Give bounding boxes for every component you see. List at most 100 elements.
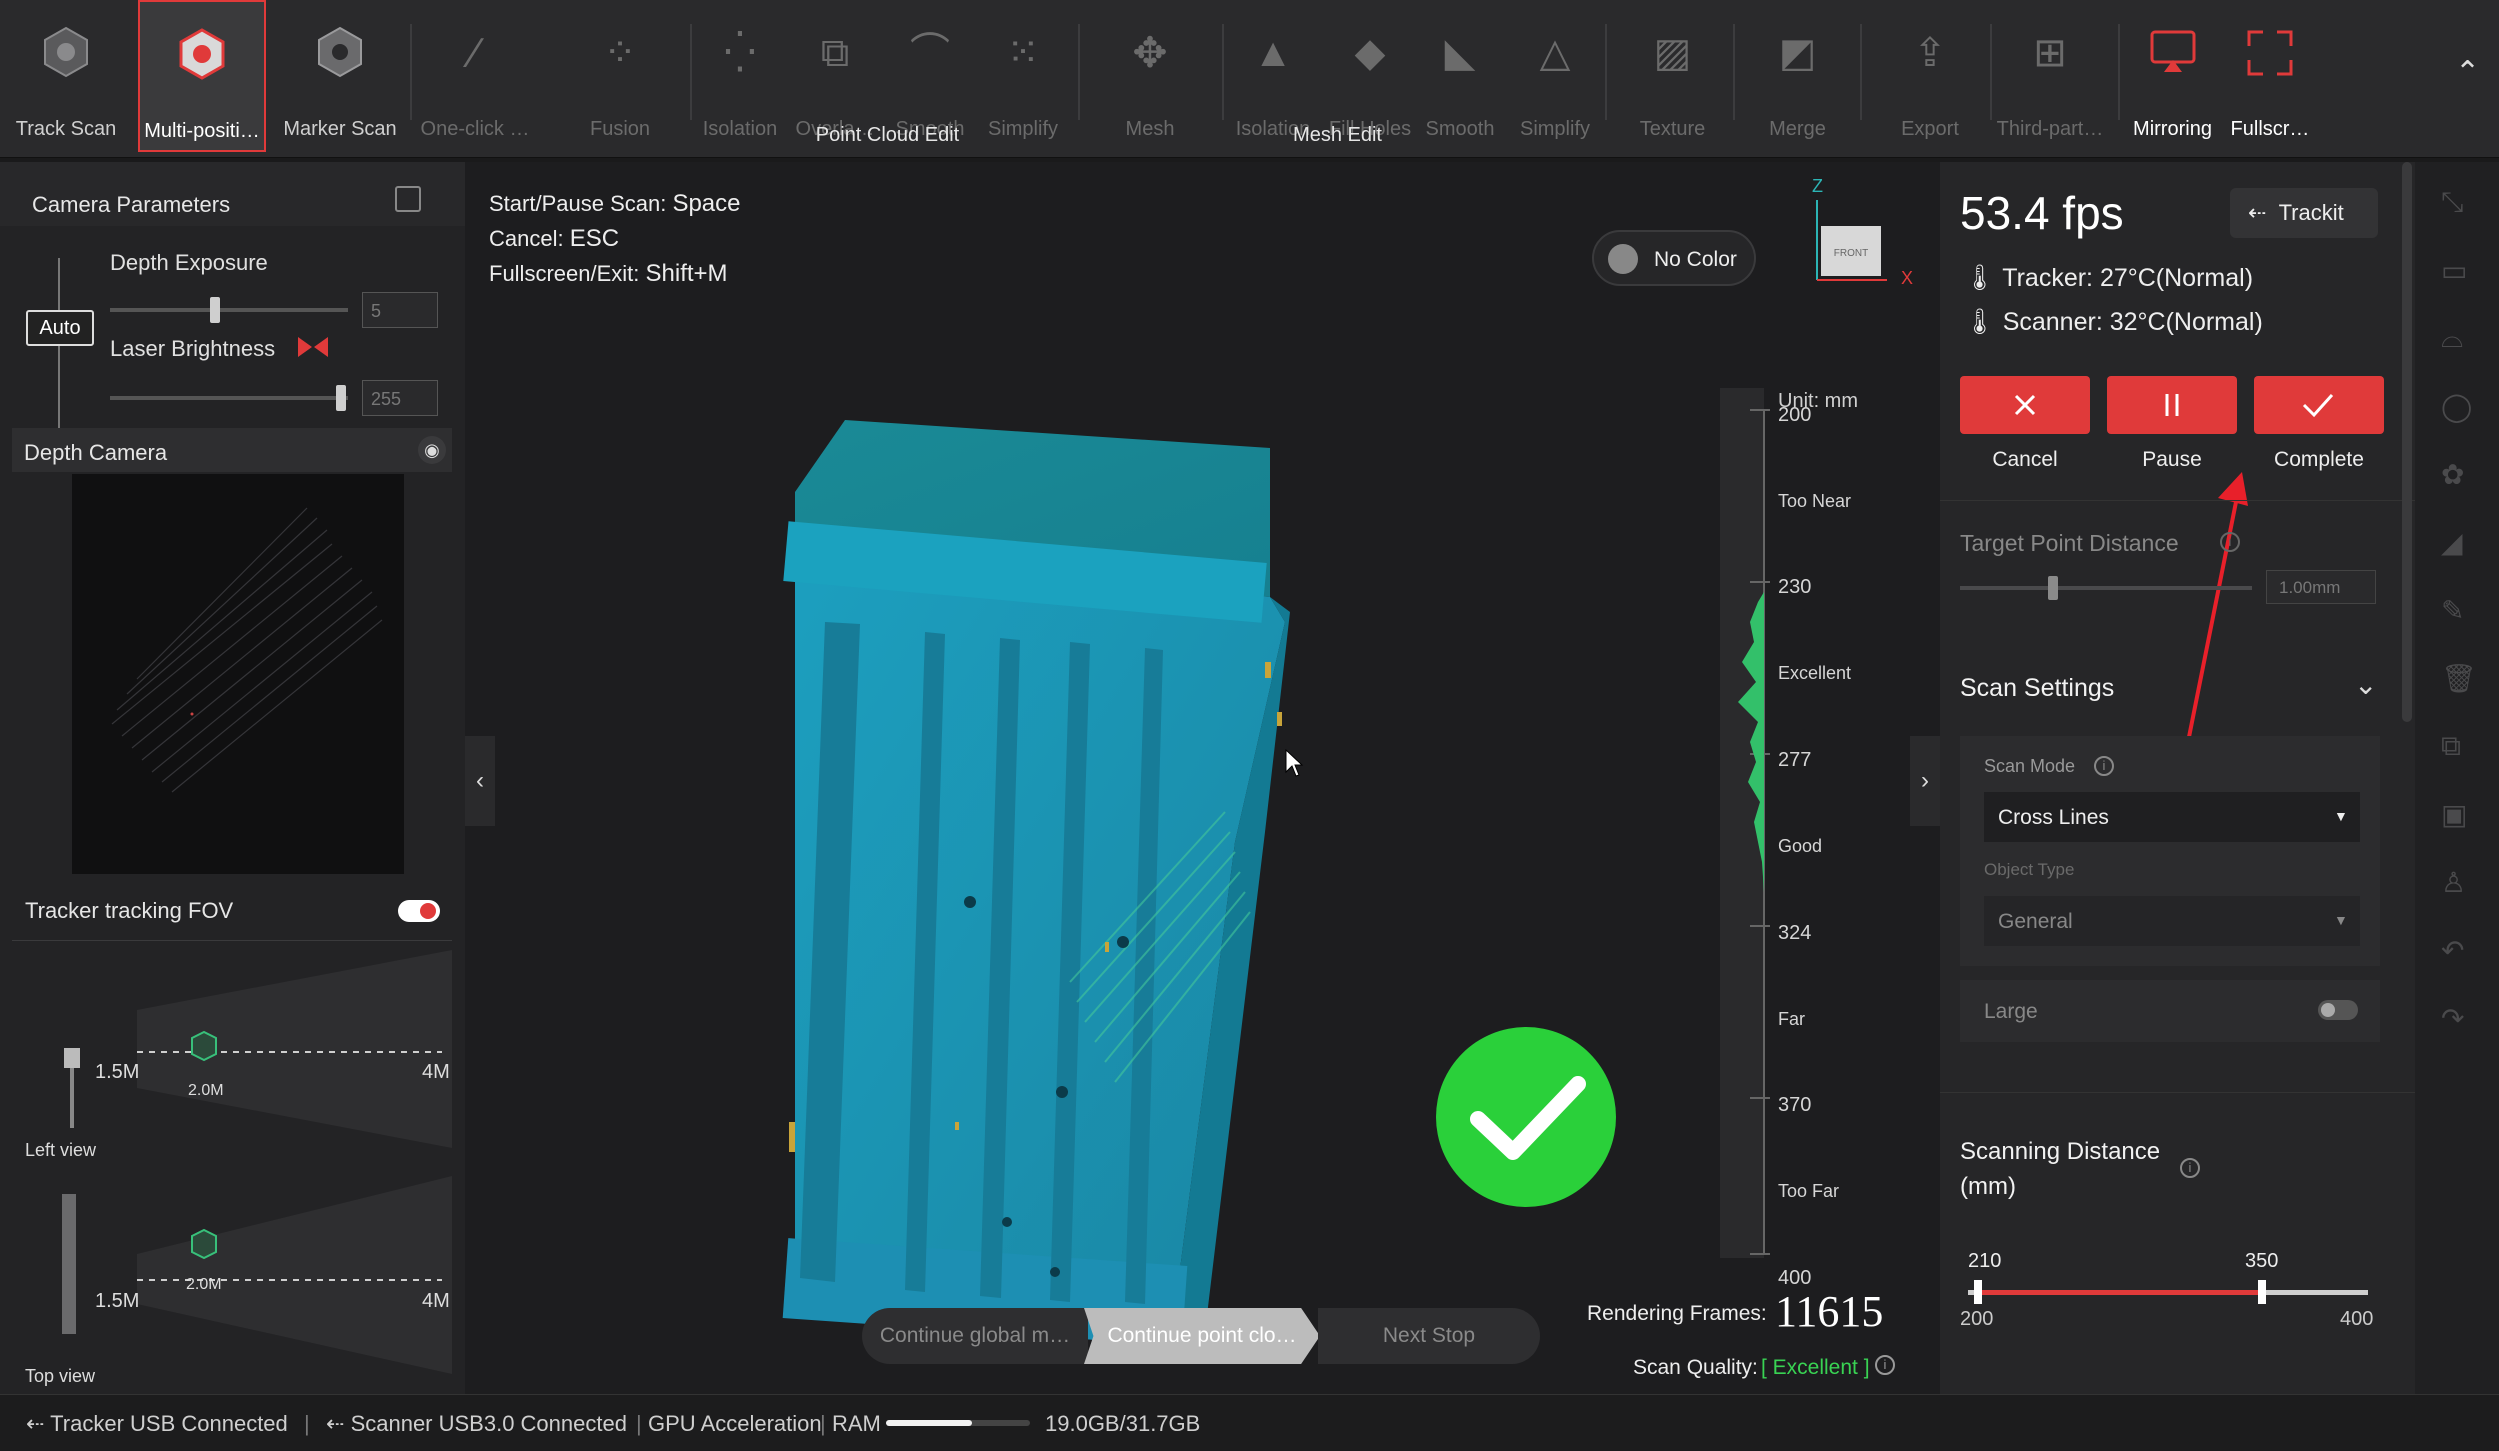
cancel-button[interactable] (1960, 376, 2090, 434)
usb-icon: ⇠ (26, 1411, 45, 1436)
redo-icon[interactable]: ↷ (2441, 1002, 2464, 1035)
scan-success-check-icon (1436, 1027, 1616, 1207)
step-continue-point-cloud[interactable]: Continue point clo… (1084, 1308, 1320, 1364)
mouse-cursor (1285, 748, 1304, 777)
paste-icon[interactable]: ▣ (2441, 798, 2467, 831)
step-next-stop[interactable]: Next Stop (1318, 1308, 1540, 1364)
shortcut-fullscreen: Fullscreen/Exit: Shift+M (489, 256, 741, 291)
large-option-row: Large (1960, 980, 2380, 1042)
third-party-icon: ⊞ (2033, 31, 2067, 75)
scanner-usb-status: ⇠ Scanner USB3.0 Connected (326, 1411, 627, 1437)
one-click-button[interactable]: ⁄ One-click … (415, 0, 535, 152)
scanning-distance-slider[interactable] (1968, 1280, 2368, 1304)
range-high-thumb[interactable] (2258, 1280, 2266, 1304)
laser-brightness-spinbox[interactable]: 255 (362, 380, 438, 416)
target-distance-thumb[interactable] (2048, 576, 2058, 600)
scan-settings-title: Scan Settings (1960, 674, 2115, 702)
export-icon: ⇪ (1913, 31, 1947, 75)
edit-icon[interactable]: ✎ (2441, 594, 2464, 627)
large-toggle[interactable] (2318, 1000, 2358, 1020)
collapse-toolbar-icon[interactable]: ⌃ (2455, 55, 2480, 90)
object-type-select[interactable]: General (1984, 896, 2360, 946)
shortcut-cancel: Cancel: ESC (489, 221, 741, 256)
ram-usage-bar (886, 1420, 1030, 1426)
3d-viewport[interactable]: Start/Pause Scan: Space Cancel: ESC Full… (465, 162, 1940, 1394)
trackit-button[interactable]: ⇠ Trackit (2230, 188, 2378, 238)
track-scan-icon (44, 26, 88, 78)
camera-parameters-title: Camera Parameters (32, 192, 231, 217)
toggle-knob (2321, 1003, 2335, 1017)
pause-button[interactable] (2107, 376, 2237, 434)
export-button[interactable]: ⇪ Export (1880, 0, 1980, 152)
target-distance-spinbox[interactable]: 1.00mm (2266, 570, 2376, 604)
scale-far: Far (1778, 1009, 1805, 1029)
circle-select-icon[interactable]: ◯ (2441, 390, 2472, 423)
texture-button[interactable]: ▨ Texture (1625, 0, 1720, 152)
close-icon (2014, 394, 2036, 416)
third-party-button[interactable]: ⊞ Third-part… (1995, 0, 2105, 152)
depth-exposure-label: Depth Exposure (110, 250, 268, 275)
tracker-temperature-label: Tracker: 27°C(Normal) (2002, 264, 2254, 292)
range-high-label: 350 (2245, 1250, 2279, 1272)
range-low-thumb[interactable] (1974, 1280, 1982, 1304)
chevron-down-icon[interactable]: ⌄ (2354, 668, 2377, 701)
merge-button[interactable]: ◩ Merge (1750, 0, 1845, 152)
mesh-edit-group: Mesh Edit (1293, 124, 1382, 146)
info-icon[interactable]: i (2220, 532, 2240, 552)
complete-button[interactable] (2254, 376, 2384, 434)
shortcut-cancel-key: Cancel: (489, 226, 564, 251)
copy-icon[interactable]: ⧉ (2441, 730, 2461, 763)
auto-button[interactable]: Auto (26, 310, 94, 346)
plane-icon[interactable]: ◢ (2441, 526, 2463, 559)
tracker-usb-status: ⇠ Tracker USB Connected (26, 1411, 288, 1437)
multi-position-button[interactable]: Multi-positi… (138, 0, 266, 152)
fullscreen-label: Fullscr… (2230, 118, 2310, 140)
depth-exposure-slider[interactable] (110, 297, 348, 323)
laser-brightness-thumb[interactable] (336, 385, 346, 411)
range-fill (1978, 1290, 2264, 1295)
gpu-status: GPU Acceleration (648, 1411, 822, 1436)
multi-position-icon (179, 28, 225, 80)
brush-icon[interactable]: ✿ (2441, 458, 2464, 491)
tracker-usb-label: Tracker USB Connected (50, 1411, 288, 1436)
eye-icon[interactable]: ◉ (418, 436, 446, 464)
tracker-fov-toggle[interactable] (398, 900, 440, 922)
reset-icon[interactable] (395, 186, 421, 212)
fullscreen-button[interactable]: Fullscr… (2225, 0, 2315, 152)
pause-icon (2165, 394, 2179, 416)
depth-exposure-spinbox[interactable]: 5 (362, 292, 438, 328)
lasso-icon[interactable]: ⌓ (2441, 322, 2463, 355)
scan-mode-select[interactable]: Cross Lines (1984, 792, 2360, 842)
scan-mode-card: Scan Mode i Cross Lines ▼ Object Type Ge… (1960, 736, 2380, 966)
collapse-left-arrow[interactable]: ‹ (465, 736, 495, 826)
step-continue-global[interactable]: Continue global m… (862, 1308, 1088, 1364)
depth-exposure-thumb[interactable] (210, 297, 220, 323)
dropdown-arrow-icon: ▼ (2334, 808, 2348, 824)
marker-scan-button[interactable]: Marker Scan (280, 0, 400, 152)
ram-value: 19.0GB/31.7GB (1045, 1411, 1201, 1436)
info-icon[interactable]: i (2094, 756, 2114, 776)
info-icon[interactable]: i (1875, 1355, 1895, 1375)
target-distance-slider[interactable] (1960, 576, 2252, 600)
complete-label: Complete (2274, 448, 2364, 471)
person-icon[interactable]: ♙ (2441, 866, 2466, 899)
info-icon[interactable]: i (2180, 1158, 2200, 1178)
undo-icon[interactable]: ↶ (2441, 934, 2464, 967)
laser-icon (298, 337, 328, 357)
right-panel-scrollbar[interactable] (2402, 162, 2412, 722)
scanner-temperature: 🌡 Scanner: 32°C(Normal) (1964, 308, 2263, 337)
mirroring-button[interactable]: Mirroring (2125, 0, 2220, 152)
scale-324: 324 (1778, 922, 1812, 944)
top-view-mid: 2.0M (186, 1276, 222, 1293)
select-icon[interactable]: ⤡ (2441, 186, 2463, 219)
color-mode-button[interactable]: No Color (1592, 230, 1756, 286)
laser-brightness-slider[interactable] (110, 385, 348, 411)
fusion-button[interactable]: ⁘ Fusion (560, 0, 680, 152)
delete-icon[interactable]: 🗑 (2441, 662, 2477, 695)
texture-label: Texture (1639, 118, 1706, 140)
scale-200: 200 (1778, 404, 1812, 426)
scale-excellent: Excellent (1778, 663, 1852, 683)
rectangle-select-icon[interactable]: ▭ (2441, 254, 2467, 287)
smooth-icon: ⌒ (910, 31, 950, 75)
track-scan-button[interactable]: Track Scan (8, 0, 124, 152)
